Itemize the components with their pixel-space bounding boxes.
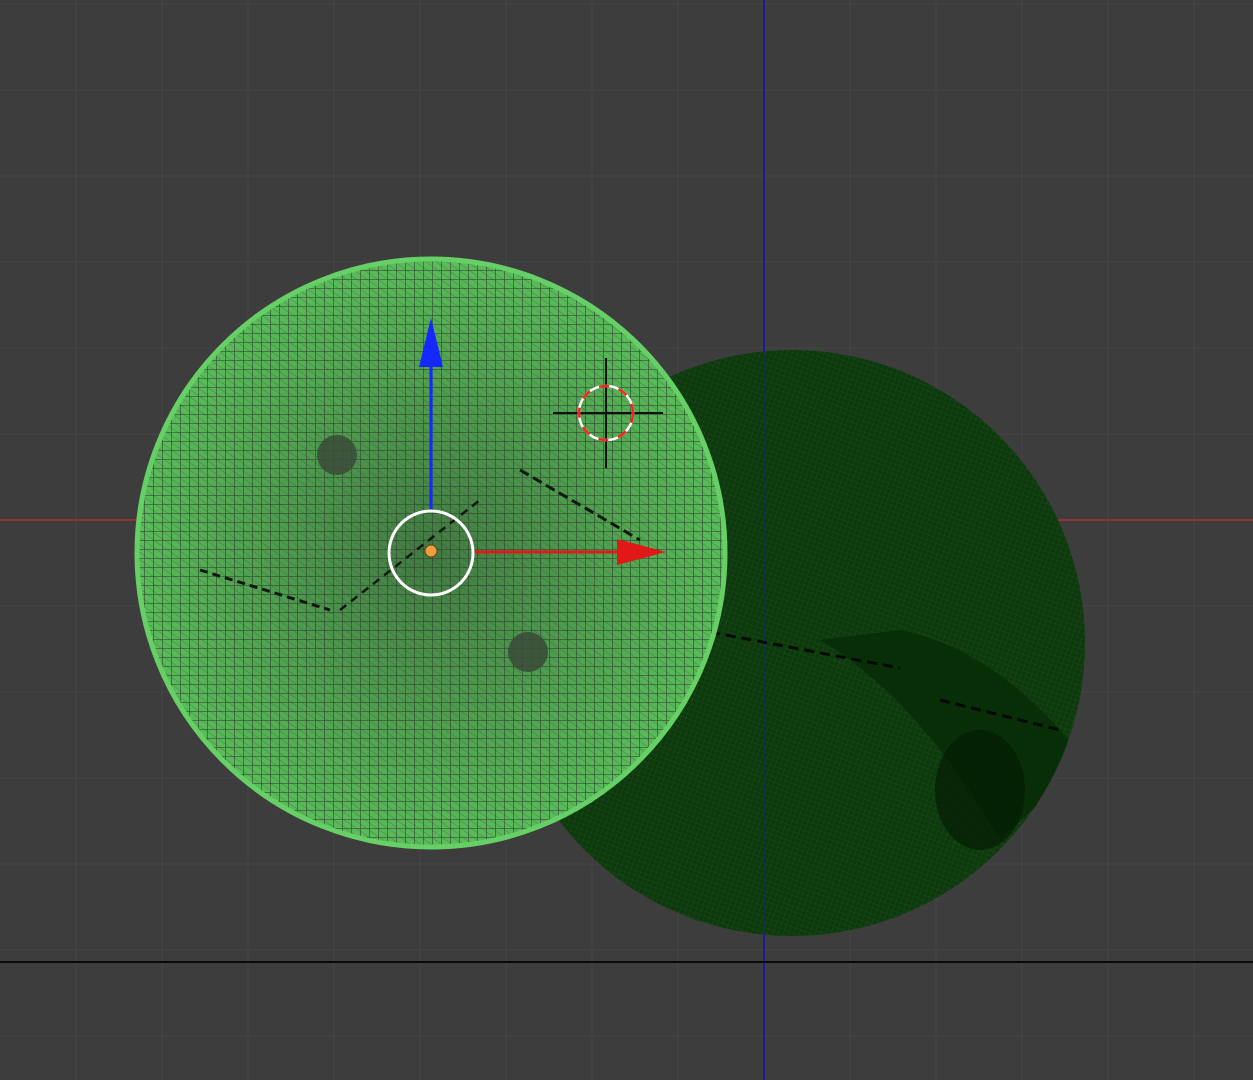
3d-viewport[interactable] (0, 0, 1253, 1080)
object-origin (424, 544, 438, 558)
viewport-canvas[interactable] (0, 0, 1253, 1080)
